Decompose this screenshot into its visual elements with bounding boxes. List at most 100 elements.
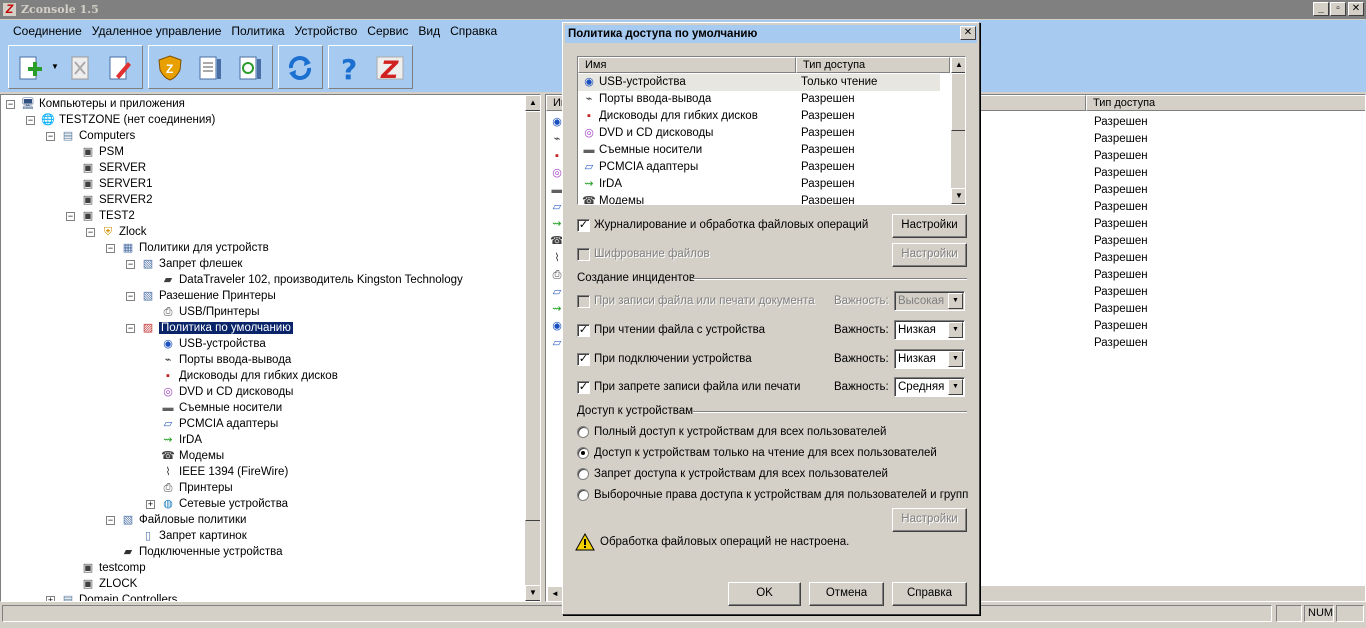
tree-item[interactable]: ⎙ Принтеры [161, 480, 233, 496]
list-item[interactable]: ▱ PCMCIA адаптеры Разрешен [578, 159, 940, 176]
chevron-down-icon[interactable]: ▼ [948, 379, 963, 395]
tree-item[interactable]: ◉ USB-устройства [161, 336, 266, 352]
tree-scrollbar[interactable]: ▲ ▼ [524, 95, 540, 601]
scroll-up-icon[interactable]: ▲ [951, 57, 965, 73]
ok-button[interactable]: OK [728, 582, 801, 606]
incident-checkbox[interactable]: ✓ [577, 353, 590, 366]
tree-expander[interactable]: − [46, 132, 55, 141]
importance-select[interactable]: Низкая ▼ [894, 349, 965, 369]
logging-settings-button[interactable]: Настройки [892, 214, 967, 238]
tree-item[interactable]: ▣ SERVER [81, 160, 146, 176]
importance-select[interactable]: Высокая ▼ [894, 291, 965, 311]
scroll-left-icon[interactable]: ◄ [547, 586, 563, 601]
list-item[interactable]: ☎ Модемы Разрешен [578, 193, 940, 204]
tree-item[interactable]: ◎ DVD и CD дисководы [161, 384, 293, 400]
sync-settings-button[interactable] [233, 51, 267, 85]
list-item[interactable]: ▪ Дисководы для гибких дисков Разрешен [578, 108, 940, 125]
access-settings-button[interactable]: Настройки [892, 508, 967, 532]
scroll-up-icon[interactable]: ▲ [525, 95, 540, 111]
tree-expander[interactable]: − [86, 228, 95, 237]
dialog-close-button[interactable]: ✕ [960, 26, 976, 40]
tree-item[interactable]: ▧ Файловые политики [121, 512, 247, 528]
tree-item[interactable]: ▣ SERVER1 [81, 176, 153, 192]
tree-expander[interactable]: − [6, 100, 15, 109]
tree-item[interactable]: ▯ Запрет картинок [141, 528, 247, 544]
access-radio[interactable] [577, 468, 589, 480]
tree-item[interactable]: ⇝ IrDA [161, 432, 202, 448]
menu-item[interactable]: Политика [226, 24, 289, 38]
menu-item[interactable]: Справка [445, 24, 502, 38]
about-button[interactable]: Z [373, 51, 407, 85]
logging-checkbox[interactable]: ✓ [577, 219, 590, 232]
settings-button[interactable] [193, 51, 227, 85]
chevron-down-icon[interactable]: ▼ [948, 322, 963, 338]
tree-item[interactable]: ▰ Подключенные устройства [121, 544, 283, 560]
maximize-button[interactable]: ▫ [1330, 2, 1346, 16]
tree-item[interactable]: ▨ Политика по умолчанию [141, 320, 294, 336]
tree-item[interactable]: ⛨ Zlock [101, 224, 147, 240]
tree-expander[interactable]: − [126, 324, 135, 333]
tree-expander[interactable]: − [126, 292, 135, 301]
tree-expander[interactable]: + [46, 596, 55, 601]
zlock-button[interactable]: Z [153, 51, 187, 85]
list-scrollbar[interactable]: ▲ ▼ [950, 57, 965, 204]
access-radio[interactable] [577, 426, 589, 438]
edit-button[interactable] [103, 51, 137, 85]
tree-expander[interactable]: − [106, 244, 115, 253]
list-item[interactable]: ◉ USB-устройства Только чтение [578, 74, 940, 91]
tree-item[interactable]: ▣ SERVER2 [81, 192, 153, 208]
tree-item[interactable]: ▱ PCMCIA адаптеры [161, 416, 278, 432]
refresh-button[interactable] [283, 51, 317, 85]
add-button[interactable] [13, 51, 47, 85]
tree-item[interactable]: ▣ testcomp [81, 560, 146, 576]
list-item[interactable]: ▬ Съемные носители Разрешен [578, 142, 940, 159]
tree-item[interactable]: ▣ ZLOCK [81, 576, 138, 592]
tree-item[interactable]: ☎ Модемы [161, 448, 224, 464]
tree-expander[interactable]: − [126, 260, 135, 269]
tree-item[interactable]: 🌐 TESTZONE (нет соединения) [41, 112, 215, 128]
tree-expander[interactable]: − [26, 116, 35, 125]
tree-expander[interactable]: − [66, 212, 75, 221]
chevron-down-icon[interactable]: ▼ [948, 293, 963, 309]
menu-item[interactable]: Удаленное управление [87, 24, 227, 38]
scroll-thumb[interactable] [525, 111, 540, 521]
list-item[interactable]: ⇝ IrDA Разрешен [578, 176, 940, 193]
tree-item[interactable]: ⎙ USB/Принтеры [161, 304, 260, 320]
column-header-access[interactable]: Тип доступа [1086, 95, 1365, 111]
tree-item[interactable]: ▣ TEST2 [81, 208, 135, 224]
cancel-button[interactable]: Отмена [809, 582, 884, 606]
chevron-down-icon[interactable]: ▼ [51, 62, 59, 71]
incident-checkbox[interactable] [577, 295, 590, 308]
scroll-thumb[interactable] [951, 73, 965, 131]
list-header-name[interactable]: Имя [578, 57, 796, 73]
tree-item[interactable]: ⌁ Порты ввода-вывода [161, 352, 292, 368]
importance-select[interactable]: Средняя ▼ [894, 377, 965, 397]
incident-checkbox[interactable]: ✓ [577, 381, 590, 394]
encryption-settings-button[interactable]: Настройки [892, 243, 967, 267]
tree-item[interactable]: ▰ DataTraveler 102, производитель Kingsto… [161, 272, 463, 288]
scroll-down-icon[interactable]: ▼ [951, 188, 965, 204]
list-header-access[interactable]: Тип доступа [796, 57, 950, 73]
menu-item[interactable]: Устройство [290, 24, 363, 38]
delete-button[interactable] [63, 51, 97, 85]
incident-checkbox[interactable]: ✓ [577, 324, 590, 337]
tree-expander[interactable]: + [146, 500, 155, 509]
tree-expander[interactable]: − [106, 516, 115, 525]
menu-item[interactable]: Сервис [362, 24, 413, 38]
tree-item[interactable]: 🖥 Компьютеры и приложения [21, 96, 185, 112]
tree-item[interactable]: ▬ Съемные носители [161, 400, 283, 416]
tree-item[interactable]: ⌇ IEEE 1394 (FireWire) [161, 464, 288, 480]
menu-item[interactable]: Соединение [8, 24, 87, 38]
tree-item[interactable]: ◍ Сетевые устройства [161, 496, 288, 512]
access-radio[interactable] [577, 489, 589, 501]
help-button[interactable]: ? [333, 51, 367, 85]
list-item[interactable]: ⌁ Порты ввода-вывода Разрешен [578, 91, 940, 108]
menu-item[interactable]: Вид [413, 24, 445, 38]
importance-select[interactable]: Низкая ▼ [894, 320, 965, 340]
tree-item[interactable]: ▪ Дисководы для гибких дисков [161, 368, 338, 384]
chevron-down-icon[interactable]: ▼ [948, 351, 963, 367]
encryption-checkbox[interactable] [577, 248, 590, 261]
tree-item[interactable]: ▧ Разешение Принтеры [141, 288, 276, 304]
minimize-button[interactable]: _ [1313, 2, 1329, 16]
list-item[interactable]: ◎ DVD и CD дисководы Разрешен [578, 125, 940, 142]
